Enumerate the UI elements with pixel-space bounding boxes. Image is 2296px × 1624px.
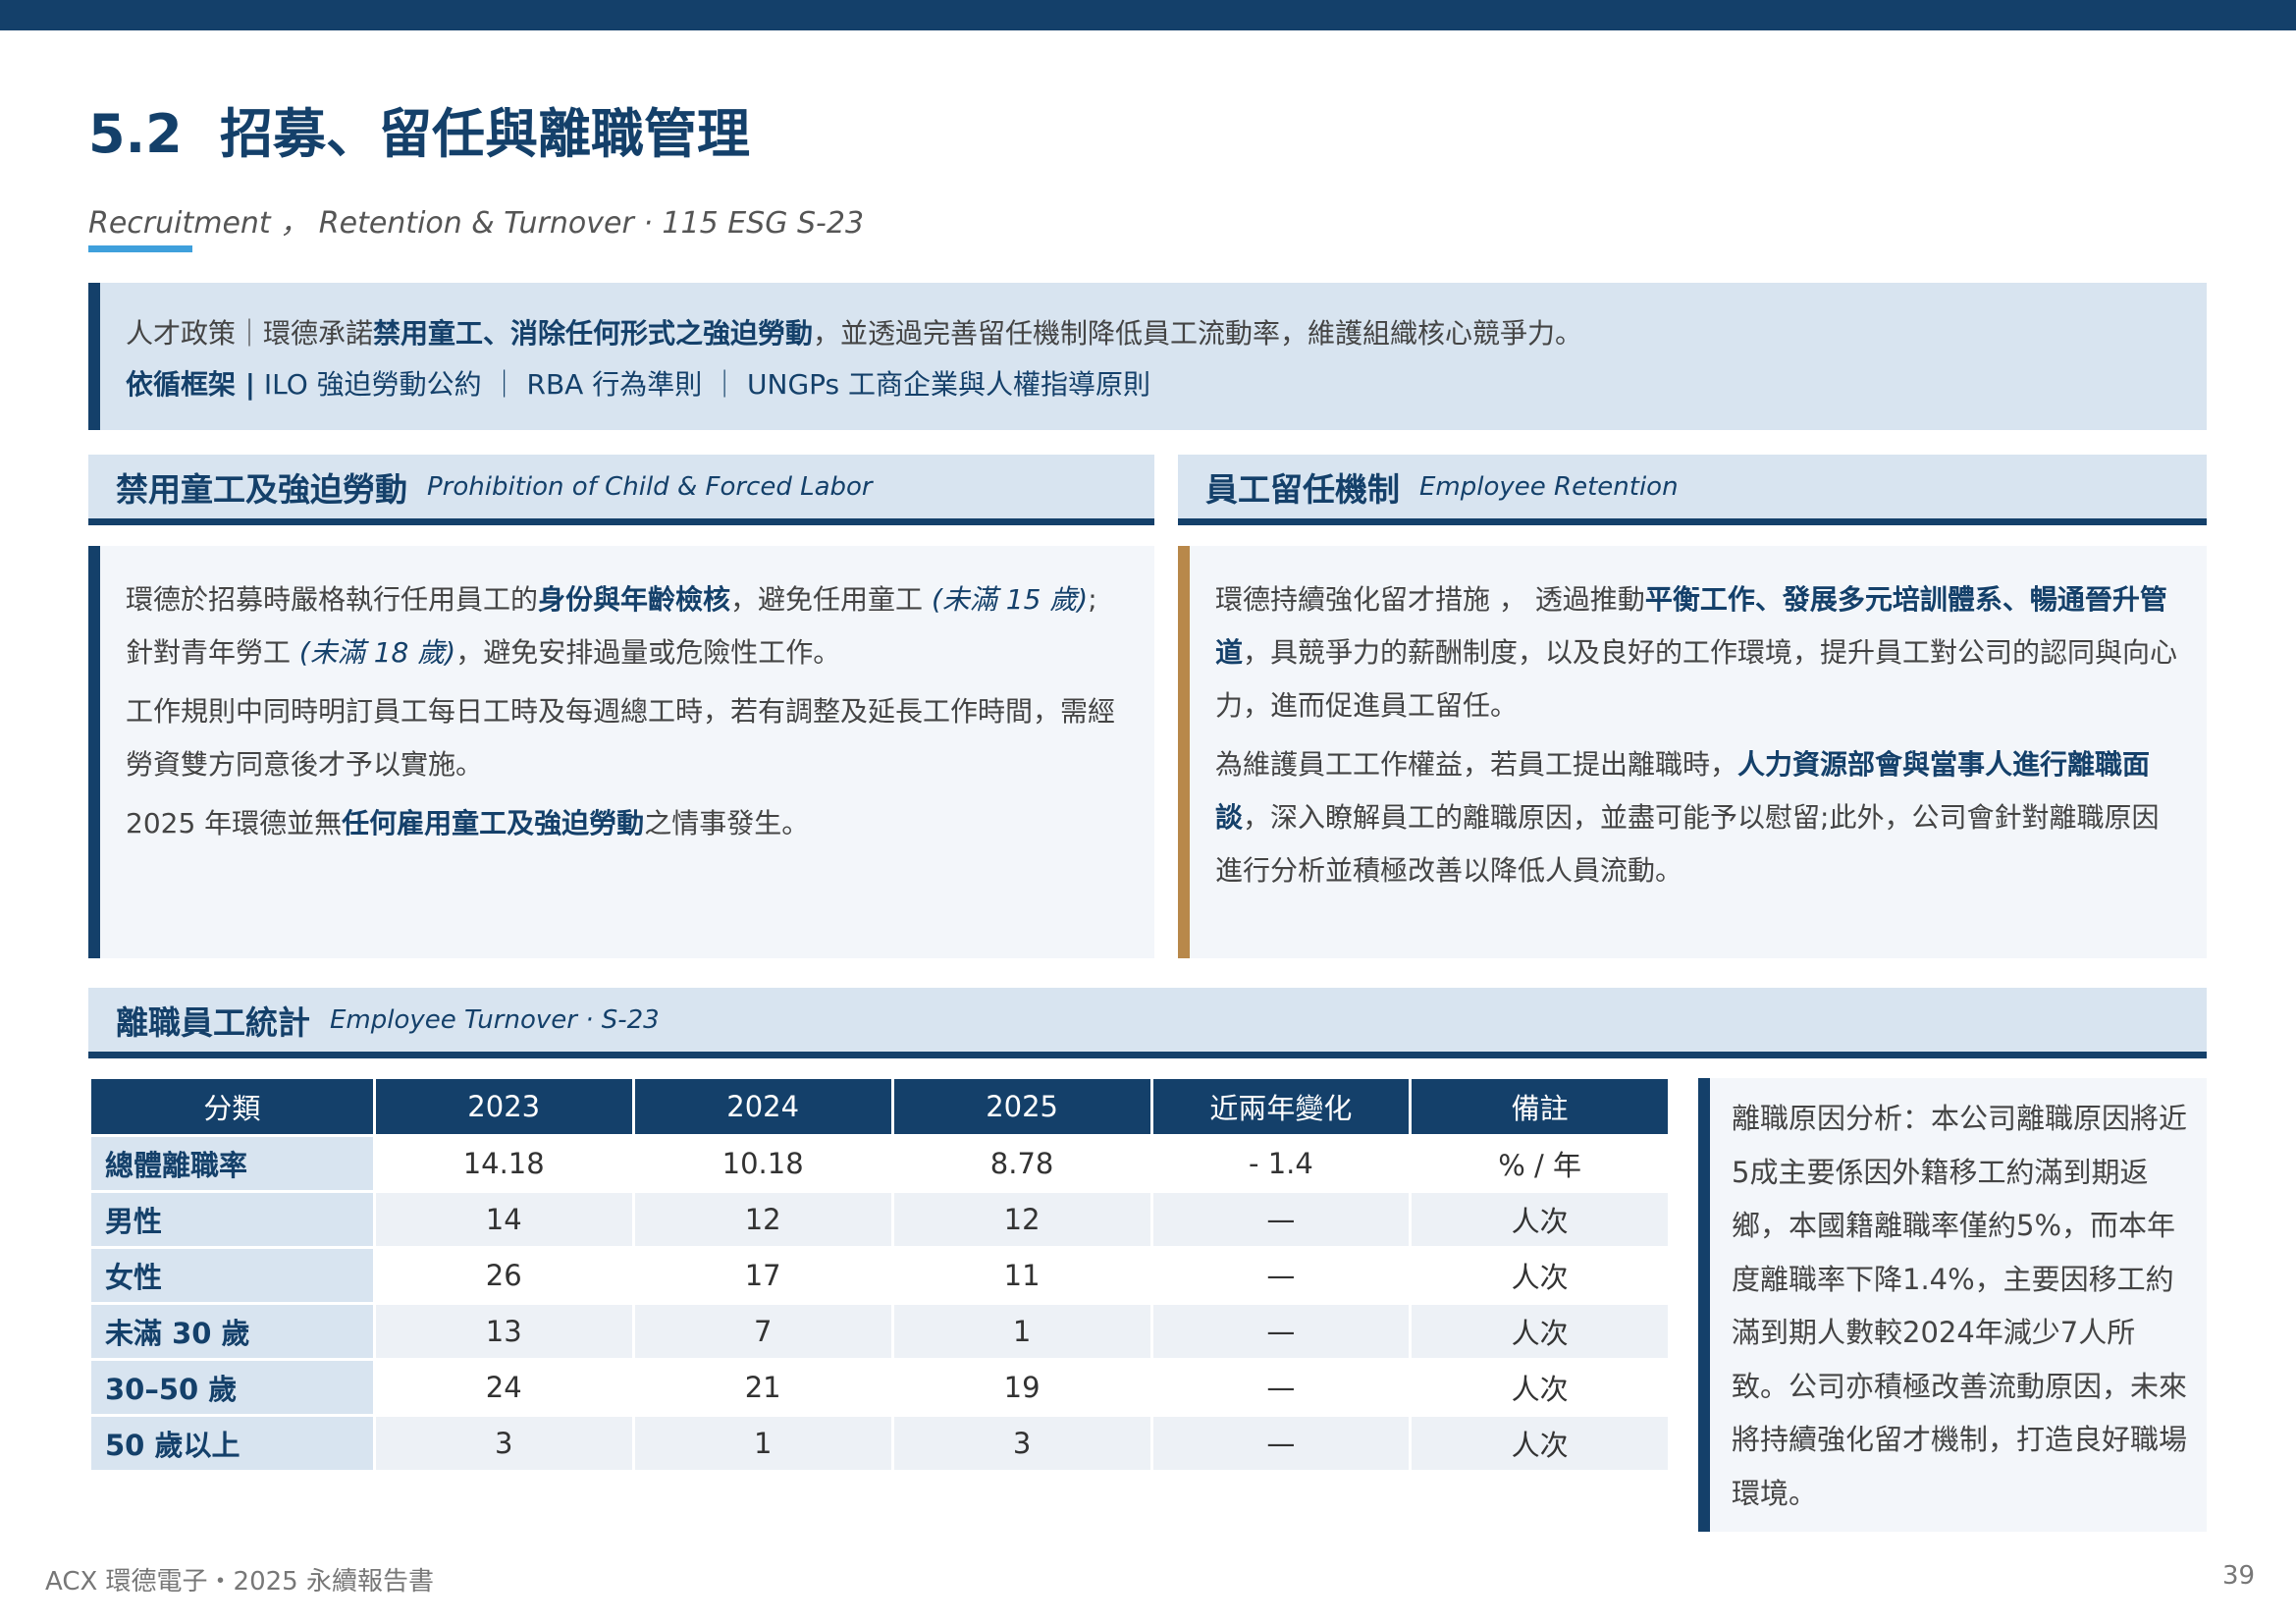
retention-paragraph-2: 為維護員工工作權益，若員工提出離職時，人力資源部會與當事人進行離職面談，深入瞭解… — [1215, 748, 2160, 887]
child-labor-panel: 環德於招募時嚴格執行任用員工的身份與年齡檢核，避免任用童工 (未滿 15 歲);… — [88, 546, 1154, 958]
section-title-en: Prohibition of Child & Forced Labor — [427, 471, 873, 502]
section-header-turnover: 離職員工統計 Employee Turnover · S-23 — [88, 988, 2207, 1058]
table-cell: 1 — [893, 1305, 1150, 1358]
retention-panel: 環德持續強化留才措施 ， 透過推動平衡工作、發展多元培訓體系、暢通晉升管道，具競… — [1178, 546, 2207, 958]
table-row: 50 歲以上 3 1 3 — 人次 — [91, 1417, 1668, 1470]
child-labor-paragraph-1: 環德於招募時嚴格執行任用員工的身份與年齡檢核，避免任用童工 (未滿 15 歲);… — [126, 583, 1097, 669]
column-header: 備註 — [1412, 1079, 1668, 1134]
table-cell: 3 — [893, 1417, 1150, 1470]
table-cell: 人次 — [1412, 1305, 1668, 1358]
section-number: 5.2 — [88, 103, 183, 165]
section-title-en: Employee Retention — [1419, 471, 1679, 502]
column-header: 2024 — [634, 1079, 891, 1134]
table-cell: — — [1152, 1305, 1410, 1358]
page-title: 5.2 招募、留任與離職管理 — [88, 90, 750, 168]
column-header: 分類 — [91, 1079, 373, 1134]
framework-label: 依循框架 | — [126, 368, 255, 401]
table-cell: 11 — [893, 1249, 1150, 1302]
table-cell: 人次 — [1412, 1249, 1668, 1302]
section-header-retention: 員工留任機制 Employee Retention — [1178, 455, 2207, 525]
table-cell: 24 — [375, 1361, 632, 1414]
section-title: 招募、留任與離職管理 — [220, 103, 750, 165]
top-banner — [0, 0, 2296, 30]
turnover-analysis-note: 離職原因分析：本公司離職原因將近5成主要係因外籍移工約滿到期返鄉，本國籍離職率僅… — [1698, 1078, 2207, 1532]
table-header-row: 分類 2023 2024 2025 近兩年變化 備註 — [91, 1079, 1668, 1134]
table-cell: 人次 — [1412, 1193, 1668, 1246]
table-cell: 人次 — [1412, 1361, 1668, 1414]
row-category: 30–50 歲 — [91, 1361, 373, 1414]
policy-framework: 依循框架 | ILO 強迫勞動公約 ｜ RBA 行為準則 ｜ UNGPs 工商企… — [126, 359, 2207, 410]
page-subtitle: Recruitment ， Retention & Turnover · 115… — [88, 206, 865, 241]
table-cell: 12 — [893, 1193, 1150, 1246]
table-cell: 10.18 — [634, 1137, 891, 1190]
section-title-en: Employee Turnover · S-23 — [330, 1004, 660, 1035]
table-row: 未滿 30 歲 13 7 1 — 人次 — [91, 1305, 1668, 1358]
row-category: 總體離職率 — [91, 1137, 373, 1190]
table-cell: — — [1152, 1193, 1410, 1246]
subtitle-underline — [88, 245, 192, 252]
table-cell: 19 — [893, 1361, 1150, 1414]
table-cell: - 1.4 — [1152, 1137, 1410, 1190]
table-cell: 7 — [634, 1305, 891, 1358]
table-cell: 人次 — [1412, 1417, 1668, 1470]
table-cell: 8.78 — [893, 1137, 1150, 1190]
column-header: 2025 — [893, 1079, 1150, 1134]
table-cell: 26 — [375, 1249, 632, 1302]
table-cell: 12 — [634, 1193, 891, 1246]
table-cell: — — [1152, 1361, 1410, 1414]
table-cell: — — [1152, 1417, 1410, 1470]
column-header: 近兩年變化 — [1152, 1079, 1410, 1134]
policy-highlight: 禁用童工、消除任何形式之強迫勞動 — [373, 317, 814, 350]
table-cell: 14 — [375, 1193, 632, 1246]
policy-statement: 人才政策｜環德承諾禁用童工、消除任何形式之強迫勞動，並透過完善留任機制降低員工流… — [126, 308, 2207, 359]
retention-paragraph-1: 環德持續強化留才措施 ， 透過推動平衡工作、發展多元培訓體系、暢通晉升管道，具競… — [1215, 583, 2178, 722]
policy-prefix: 人才政策｜環德承諾 — [126, 317, 374, 350]
row-category: 50 歲以上 — [91, 1417, 373, 1470]
row-category: 未滿 30 歲 — [91, 1305, 373, 1358]
child-labor-paragraph-3: 2025 年環德並無任何雇用童工及強迫勞動之情事發生。 — [126, 807, 810, 839]
table-cell: 17 — [634, 1249, 891, 1302]
table-cell: 13 — [375, 1305, 632, 1358]
table-row: 女性 26 17 11 — 人次 — [91, 1249, 1668, 1302]
table-row: 總體離職率 14.18 10.18 8.78 - 1.4 % / 年 — [91, 1137, 1668, 1190]
table-cell: 21 — [634, 1361, 891, 1414]
table-row: 30–50 歲 24 21 19 — 人次 — [91, 1361, 1668, 1414]
row-category: 女性 — [91, 1249, 373, 1302]
column-header: 2023 — [375, 1079, 632, 1134]
section-title-zh: 員工留任機制 — [1205, 469, 1400, 509]
footer-report-title: ACX 環德電子・2025 永續報告書 — [45, 1567, 434, 1597]
page-number: 39 — [2222, 1561, 2256, 1591]
table-row: 男性 14 12 12 — 人次 — [91, 1193, 1668, 1246]
table-cell: — — [1152, 1249, 1410, 1302]
row-category: 男性 — [91, 1193, 373, 1246]
table-cell: % / 年 — [1412, 1137, 1668, 1190]
section-header-child-labor: 禁用童工及強迫勞動 Prohibition of Child & Forced … — [88, 455, 1154, 525]
policy-suffix: ，並透過完善留任機制降低員工流動率，維護組織核心競爭力。 — [813, 317, 1583, 350]
section-title-zh: 禁用童工及強迫勞動 — [116, 469, 407, 509]
child-labor-paragraph-2: 工作規則中同時明訂員工每日工時及每週總工時，若有調整及延長工作時間，需經勞資雙方… — [126, 695, 1116, 781]
section-title-zh: 離職員工統計 — [116, 1002, 310, 1042]
table-cell: 1 — [634, 1417, 891, 1470]
framework-list: ILO 強迫勞動公約 ｜ RBA 行為準則 ｜ UNGPs 工商企業與人權指導原… — [254, 368, 1151, 401]
table-cell: 14.18 — [375, 1137, 632, 1190]
turnover-table: 分類 2023 2024 2025 近兩年變化 備註 總體離職率 14.18 1… — [88, 1076, 1671, 1473]
table-cell: 3 — [375, 1417, 632, 1470]
policy-box: 人才政策｜環德承諾禁用童工、消除任何形式之強迫勞動，並透過完善留任機制降低員工流… — [88, 283, 2207, 430]
